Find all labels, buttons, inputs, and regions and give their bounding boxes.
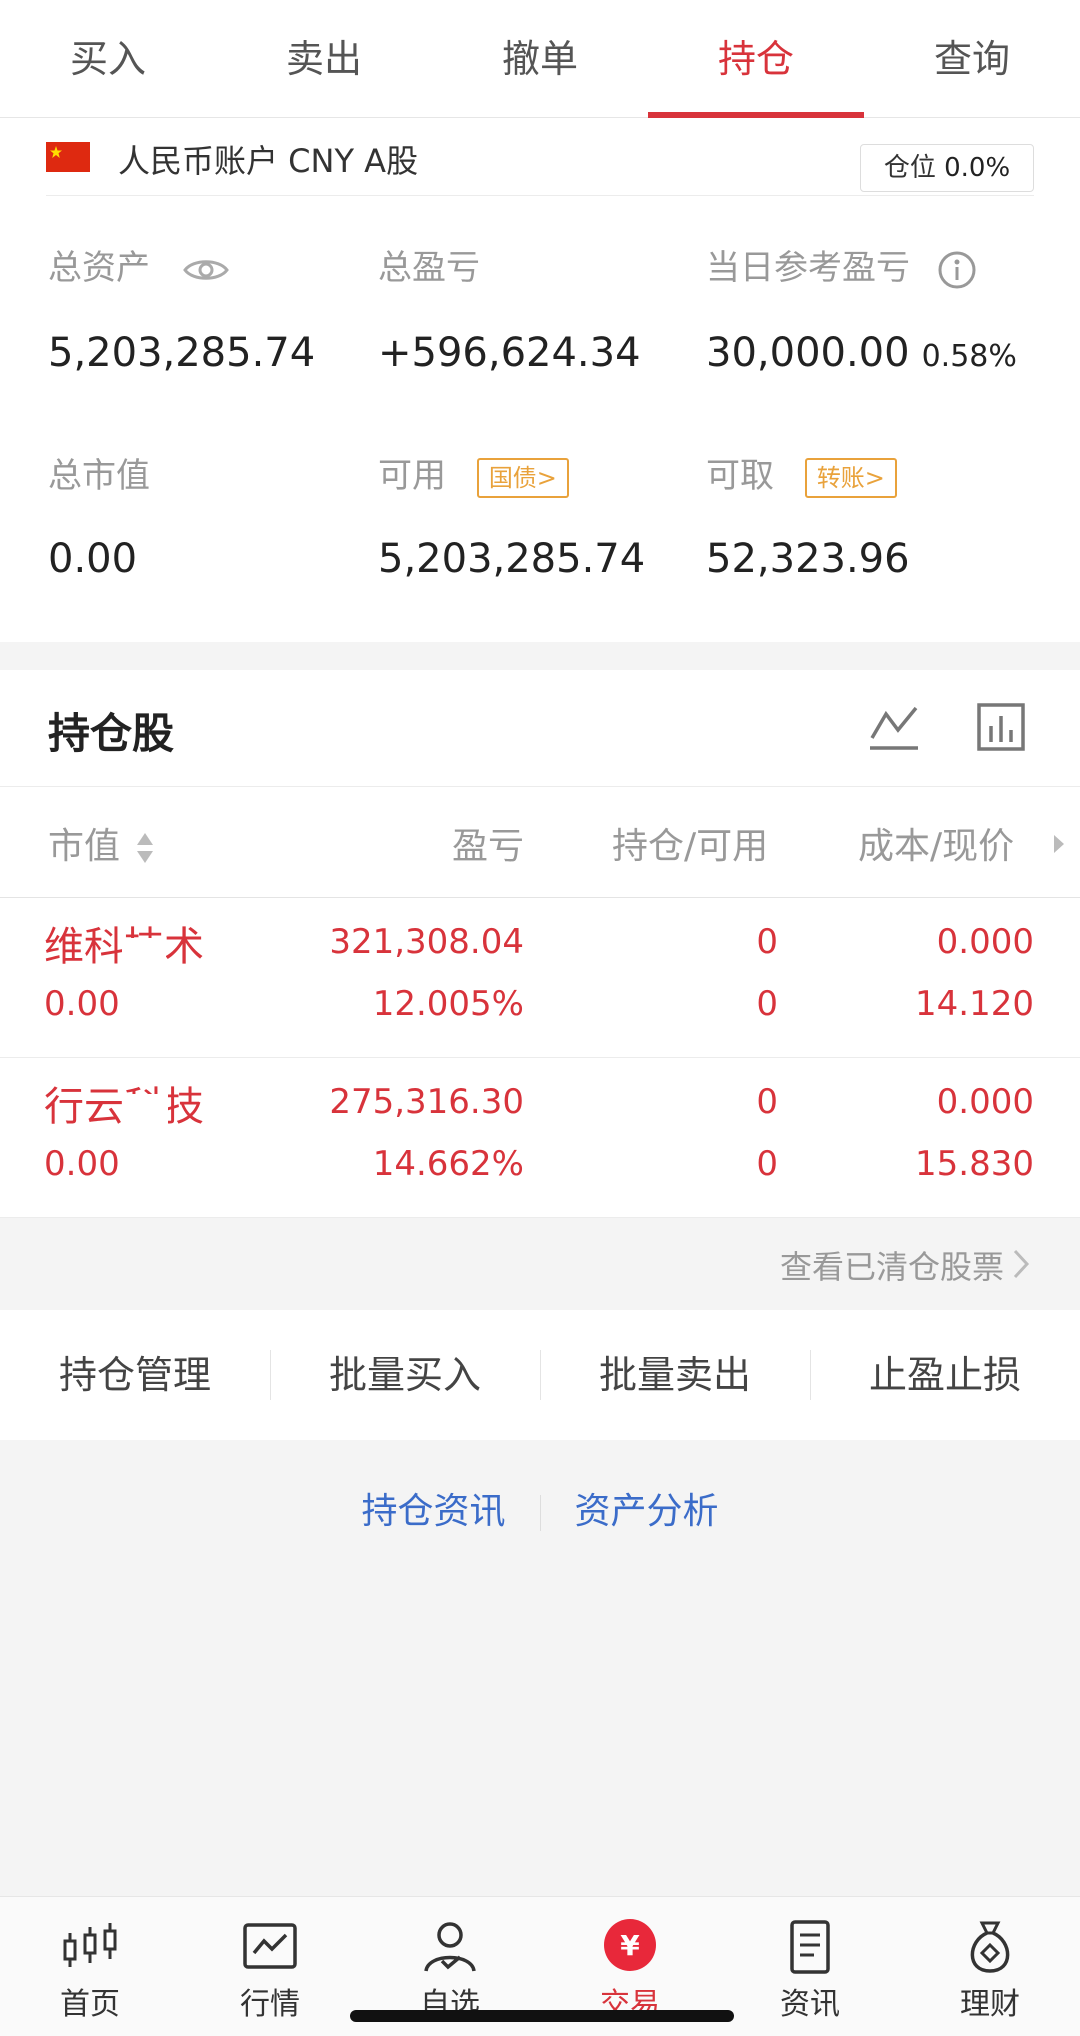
stock-pnl: 275,316.30 (329, 1082, 524, 1122)
nav-home[interactable]: 首页 (0, 1897, 180, 2036)
holding-actions-bar: 持仓管理 批量买入 批量卖出 止盈止损 (0, 1310, 1080, 1440)
total-pnl-label: 总盈亏 (378, 248, 480, 288)
caret-right-icon[interactable] (1052, 833, 1066, 855)
stock-market-value: 0.00 (44, 984, 120, 1024)
withdrawable-label-group: 可取 转账> (706, 448, 897, 498)
svg-text:¥: ¥ (620, 1929, 640, 1962)
market-value-label: 总市值 (48, 456, 150, 496)
account-row[interactable]: 人民币账户 CNY A股 仓位 0.0% (46, 118, 1034, 196)
holding-management-button[interactable]: 持仓管理 (0, 1310, 270, 1440)
candlestick-icon (63, 1923, 117, 1967)
total-assets-value: 5,203,285.74 (48, 330, 316, 376)
sort-icon (137, 833, 154, 863)
yuan-icon: ¥ (604, 1919, 656, 1971)
stock-market-value: 0.00 (44, 1144, 120, 1184)
privacy-mask (122, 938, 166, 968)
column-market-value[interactable]: 市值 (48, 817, 155, 869)
holding-row[interactable]: 行云科技 0.00 275,316.30 14.662% 0 0 0.000 1… (0, 1058, 1080, 1218)
available-label-group: 可用 国债> (378, 448, 569, 498)
nav-news-label: 资讯 (780, 1987, 840, 2022)
nav-home-label: 首页 (60, 1987, 120, 2022)
account-name: 人民币账户 CNY A股 (118, 142, 419, 180)
market-value-value: 0.00 (48, 536, 138, 582)
cleared-stocks-label: 查看已清仓股票 (779, 1248, 1004, 1286)
stop-profit-loss-button[interactable]: 止盈止损 (810, 1310, 1080, 1440)
total-pnl-value: +596,624.34 (378, 330, 641, 376)
tab-buy[interactable]: 买入 (0, 0, 216, 117)
batch-buy-button[interactable]: 批量买入 (270, 1310, 540, 1440)
holding-row[interactable]: 维科技术 0.00 321,308.04 12.005% 0 0 0.000 1… (0, 898, 1080, 1058)
stock-pnl: 321,308.04 (329, 922, 524, 962)
position-label: 仓位 (883, 153, 936, 183)
stock-pnl-percent: 14.662% (372, 1144, 524, 1184)
bottom-links: 持仓资讯 资产分析 (0, 1482, 1080, 1542)
stock-available: 0 (756, 1144, 778, 1184)
nav-market-label: 行情 (240, 1987, 300, 2022)
line-chart-icon[interactable] (868, 702, 920, 754)
daily-pnl-label-group: 当日参考盈亏 (706, 240, 977, 290)
withdrawable-label: 可取 (706, 456, 774, 496)
available-value: 5,203,285.74 (378, 536, 646, 582)
stock-position: 0 (756, 1082, 778, 1122)
column-position: 持仓/可用 (612, 826, 769, 867)
holdings-title: 持仓股 (48, 709, 175, 758)
batch-sell-button[interactable]: 批量卖出 (540, 1310, 810, 1440)
privacy-mask (124, 1094, 168, 1124)
stock-pnl-percent: 12.005% (372, 984, 524, 1024)
column-cost-price: 成本/现价 (858, 826, 1015, 867)
treasury-bond-tag[interactable]: 国债> (476, 457, 569, 498)
chart-icon (243, 1923, 297, 1969)
column-pnl: 盈亏 (451, 826, 524, 867)
tab-holdings[interactable]: 持仓 (648, 0, 864, 118)
withdrawable-value: 52,323.96 (706, 536, 910, 582)
china-flag-icon (46, 142, 90, 172)
holdings-table-header: 市值 盈亏 持仓/可用 成本/现价 (0, 786, 1080, 898)
column-market-value-label: 市值 (48, 826, 121, 867)
stock-cost: 0.000 (936, 922, 1034, 962)
document-icon (790, 1920, 830, 1974)
chevron-right-icon (1013, 1249, 1030, 1279)
tab-query[interactable]: 查询 (864, 0, 1080, 117)
home-indicator[interactable] (350, 2010, 734, 2022)
daily-pnl-value: 30,000.00 (706, 330, 910, 376)
money-bag-icon (970, 1921, 1010, 1973)
asset-analysis-link[interactable]: 资产分析 (541, 1482, 753, 1534)
nav-market[interactable]: 行情 (180, 1897, 360, 2036)
total-assets-label-group: 总资产 (48, 240, 229, 289)
daily-pnl-label: 当日参考盈亏 (706, 248, 910, 288)
info-icon[interactable] (937, 250, 977, 290)
bar-chart-icon[interactable] (976, 702, 1026, 752)
account-summary: 人民币账户 CNY A股 仓位 0.0% 总资产 5,203,285.74 总盈… (0, 118, 1080, 642)
person-check-icon (424, 1922, 476, 1972)
stock-cost: 0.000 (936, 1082, 1034, 1122)
position-value: 0.0% (944, 153, 1011, 183)
position-ratio-badge: 仓位 0.0% (860, 144, 1034, 192)
cleared-stocks-link[interactable]: 查看已清仓股票 (0, 1218, 1080, 1310)
tab-cancel-order[interactable]: 撤单 (432, 0, 648, 117)
daily-pnl-group: 30,000.00 0.58% (706, 330, 1017, 376)
stock-price: 14.120 (915, 984, 1034, 1024)
transfer-tag[interactable]: 转账> (804, 457, 897, 498)
nav-news[interactable]: 资讯 (720, 1897, 900, 2036)
nav-wealth-label: 理财 (960, 1987, 1020, 2022)
stock-position: 0 (756, 922, 778, 962)
total-assets-label: 总资产 (48, 248, 150, 288)
stock-price: 15.830 (915, 1144, 1034, 1184)
available-label: 可用 (378, 456, 446, 496)
tab-sell[interactable]: 卖出 (216, 0, 432, 117)
top-tab-bar: 买入 卖出 撤单 持仓 查询 (0, 0, 1080, 118)
stock-available: 0 (756, 984, 778, 1024)
eye-icon[interactable] (182, 256, 229, 284)
holding-news-link[interactable]: 持仓资讯 (327, 1482, 539, 1534)
daily-pnl-percent: 0.58% (921, 339, 1017, 374)
holdings-section: 持仓股 市值 盈亏 持仓/可用 成本/现价 维科技术 0.00 321,308.… (0, 670, 1080, 1218)
nav-wealth[interactable]: 理财 (900, 1897, 1080, 2036)
